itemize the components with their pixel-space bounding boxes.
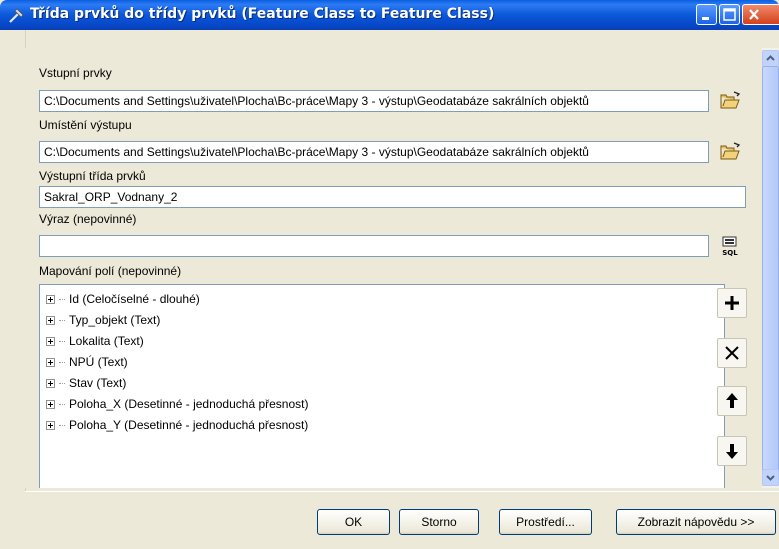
close-icon [749, 9, 759, 20]
sql-icon: SQL [722, 236, 738, 257]
maximize-icon [723, 8, 736, 21]
tree-connector [59, 403, 65, 405]
expand-icon[interactable] [46, 357, 55, 367]
expand-icon[interactable] [46, 336, 55, 346]
output-location-label: Umístění výstupu [39, 118, 132, 132]
expand-icon[interactable] [46, 420, 55, 430]
output-browse-button[interactable] [717, 139, 743, 165]
tree-item[interactable]: Id (Celočíselné - dlouhé) [46, 289, 200, 309]
chevron-down-icon [766, 475, 775, 481]
open-folder-icon [720, 91, 741, 109]
tree-item-label: Id (Celočíselné - dlouhé) [69, 292, 200, 306]
scroll-down-button[interactable] [762, 469, 779, 486]
scroll-up-button[interactable] [762, 50, 779, 67]
output-class-label: Výstupní třída prvků [39, 169, 146, 183]
field-mapping-tree[interactable]: Id (Celočíselné - dlouhé) Typ_objekt (Te… [39, 284, 725, 488]
tree-item-label: Lokalita (Text) [69, 334, 144, 348]
input-features-label: Vstupní prvky [39, 66, 112, 80]
dialog-window: Třída prvků do třídy prvků (Feature Clas… [0, 0, 779, 549]
move-down-button[interactable] [717, 436, 747, 466]
scroll-thumb[interactable] [762, 66, 779, 486]
tree-connector [59, 382, 65, 384]
tree-connector [59, 298, 65, 300]
input-features-field[interactable]: C:\Documents and Settings\uživatel\Ploch… [39, 90, 709, 112]
tree-item[interactable]: Poloha_X (Desetinné - jednoduchá přesnos… [46, 394, 308, 414]
sql-button[interactable]: SQL [717, 233, 743, 259]
arrow-up-icon [726, 393, 738, 408]
output-location-field[interactable]: C:\Documents and Settings\uživatel\Ploch… [39, 141, 709, 163]
parameters-panel: Vstupní prvky C:\Documents and Settings\… [25, 48, 762, 488]
expand-icon[interactable] [46, 315, 55, 325]
chevron-up-icon [766, 55, 775, 61]
tree-item[interactable]: Poloha_Y (Desetinné - jednoduchá přesnos… [46, 415, 308, 435]
tree-connector [59, 340, 65, 342]
button-bar: OK Storno Prostředí... Zobrazit nápovědu… [25, 491, 779, 549]
cancel-button[interactable]: Storno [399, 509, 479, 535]
arrow-down-icon [726, 444, 738, 459]
tree-item-label: Typ_objekt (Text) [69, 313, 161, 327]
tree-item-label: Poloha_X (Desetinné - jednoduchá přesnos… [69, 397, 309, 411]
tree-item-label: Poloha_Y (Desetinné - jednoduchá přesnos… [69, 418, 309, 432]
output-class-field[interactable]: Sakral_ORP_Vodnany_2 [39, 186, 746, 208]
plus-icon [725, 296, 739, 310]
expand-icon[interactable] [46, 378, 55, 388]
show-help-button[interactable]: Zobrazit nápovědu >> [616, 509, 776, 535]
tree-item[interactable]: Stav (Text) [46, 373, 126, 393]
ok-button[interactable]: OK [317, 509, 390, 535]
add-field-button[interactable] [717, 288, 747, 318]
tree-item[interactable]: Lokalita (Text) [46, 331, 144, 351]
tree-item[interactable]: Typ_objekt (Text) [46, 310, 160, 330]
sql-text: SQL [722, 249, 738, 257]
x-icon [725, 346, 739, 360]
open-folder-icon [720, 142, 741, 160]
tree-connector [59, 424, 65, 426]
hammer-tool-icon [8, 6, 26, 24]
expression-field[interactable] [39, 235, 709, 257]
close-button[interactable] [742, 4, 779, 25]
environments-button[interactable]: Prostředí... [499, 509, 592, 535]
expression-label: Výraz (nepovinné) [39, 212, 137, 226]
tree-connector [59, 361, 65, 363]
tree-connector [59, 319, 65, 321]
input-browse-button[interactable] [717, 88, 743, 114]
minimize-button[interactable] [696, 4, 717, 25]
minimize-icon [702, 17, 709, 20]
expand-icon[interactable] [46, 294, 55, 304]
tree-item[interactable]: NPÚ (Text) [46, 352, 128, 372]
tree-item-label: NPÚ (Text) [69, 355, 128, 369]
window-title: Třída prvků do třídy prvků (Feature Clas… [30, 6, 495, 22]
expand-icon[interactable] [46, 399, 55, 409]
vertical-scrollbar[interactable] [762, 48, 779, 488]
field-mapping-label: Mapování polí (nepovinné) [39, 264, 182, 278]
move-up-button[interactable] [717, 386, 747, 416]
delete-field-button[interactable] [717, 338, 747, 368]
title-bar[interactable]: Třída prvků do třídy prvků (Feature Clas… [0, 0, 779, 30]
tree-item-label: Stav (Text) [69, 376, 127, 390]
maximize-button[interactable] [719, 4, 740, 25]
left-strip [0, 30, 26, 548]
